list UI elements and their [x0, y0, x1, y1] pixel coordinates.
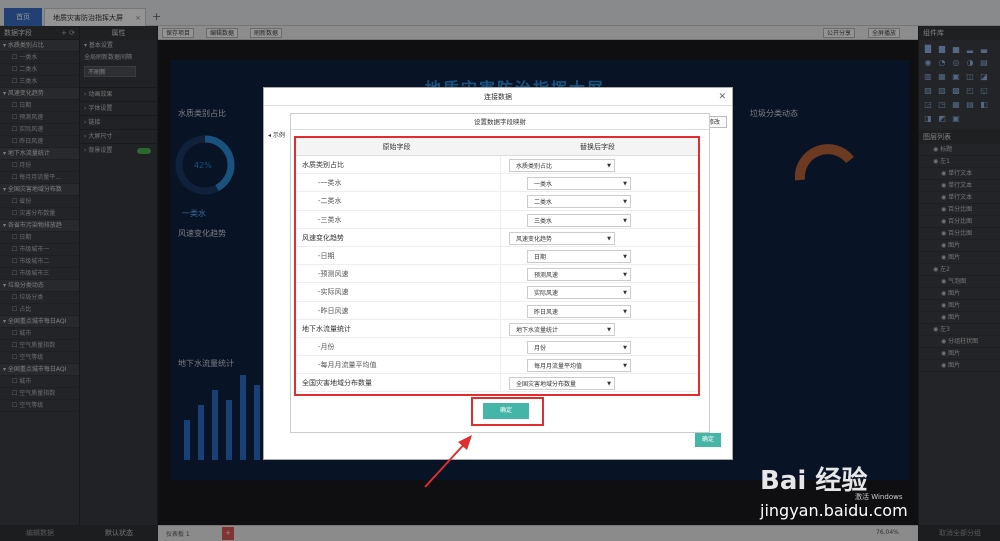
target-field-value: 水质类别占比	[516, 163, 553, 170]
source-field: 全国灾害地域分布数量	[296, 374, 501, 392]
mapping-row: -实际风速 实际风速 ▼	[296, 283, 698, 302]
partial-tree-label: ◂ 示例	[268, 132, 285, 139]
target-field-value: 二类水	[534, 199, 553, 207]
outer-confirm-button[interactable]: 确定	[695, 433, 721, 447]
source-field: -昨日风速	[296, 301, 501, 319]
chevron-down-icon: ▼	[607, 381, 611, 388]
target-field-value: 一类水	[534, 181, 553, 189]
target-field-select[interactable]: 水质类别占比 ▼	[509, 159, 615, 172]
target-field-value: 实际风速	[534, 290, 559, 298]
source-field: -实际风速	[296, 283, 501, 301]
mapping-row: -预测风速 预测风速 ▼	[296, 265, 698, 284]
target-field-value: 三类水	[534, 217, 553, 225]
chevron-down-icon: ▼	[623, 344, 627, 351]
chevron-down-icon: ▼	[623, 217, 627, 224]
target-field-select[interactable]: 二类水 ▼	[527, 195, 631, 209]
target-field-select[interactable]: 昨日风速 ▼	[527, 304, 631, 318]
target-field-select[interactable]: 月份 ▼	[527, 340, 631, 354]
mapping-row: -三类水 三类水 ▼	[296, 210, 698, 229]
source-field: -月份	[296, 337, 501, 356]
red-arrow-annotation	[424, 435, 472, 488]
mapping-row: 全国灾害地域分布数量 全国灾害地域分布数量 ▼	[296, 374, 698, 393]
confirm-highlight: 确定	[471, 397, 544, 426]
field-mapping-table: 原始字段 替换后字段 水质类别占比 水质类别占比 ▼ -一类水 一类水 ▼ -二类水 二类水 ▼…	[294, 136, 700, 396]
watermark-url: jingyan.baidu.com	[760, 501, 908, 520]
partial-tree-text: 示例	[272, 132, 285, 139]
field-mapping-dialog: 设置数据字段映射 原始字段 替换后字段 水质类别占比 水质类别占比 ▼ -一类水 一类水…	[290, 113, 710, 433]
col-target-header: 替换后字段	[580, 143, 615, 151]
chevron-down-icon: ▼	[623, 199, 627, 206]
mapping-row: -一类水 一类水 ▼	[296, 174, 698, 193]
target-field-value: 全国灾害地域分布数量	[516, 381, 577, 389]
target-field-value: 地下水流量统计	[516, 326, 559, 334]
watermark-sub: 激活 Windows	[855, 493, 903, 501]
target-field-select[interactable]: 一类水 ▼	[527, 177, 631, 191]
target-field-value: 昨日风速	[534, 308, 559, 316]
chevron-down-icon: ▼	[623, 272, 627, 279]
chevron-down-icon: ▼	[623, 363, 627, 370]
source-field: -一类水	[296, 174, 501, 192]
mapping-row: -每月月流量平均值 每月月流量平均值 ▼	[296, 356, 698, 375]
chevron-down-icon: ▼	[607, 235, 611, 242]
mapping-table-body: 水质类别占比 水质类别占比 ▼ -一类水 一类水 ▼ -二类水 二类水 ▼ -三类水 三类水 ▼ 风速变…	[296, 156, 698, 393]
chevron-down-icon: ▼	[623, 290, 627, 297]
mapping-row: -二类水 二类水 ▼	[296, 192, 698, 211]
target-field-select[interactable]: 地下水流量统计 ▼	[509, 322, 615, 336]
col-source-header: 原始字段	[382, 143, 411, 151]
target-field-value: 每月月流量平均值	[534, 363, 583, 371]
chevron-down-icon: ▼	[607, 163, 611, 169]
connect-data-title: 连接数据	[264, 88, 732, 106]
mapping-confirm-button[interactable]: 确定	[483, 403, 529, 419]
mapping-table-header: 原始字段 替换后字段	[296, 138, 698, 156]
source-field: -预测风速	[296, 265, 501, 283]
mapping-row: 水质类别占比 水质类别占比 ▼	[296, 156, 698, 175]
mapping-row: 风速变化趋势 风速变化趋势 ▼	[296, 228, 698, 247]
target-field-select[interactable]: 每月月流量平均值 ▼	[527, 359, 631, 373]
mapping-row: -日期 日期 ▼	[296, 246, 698, 266]
mapping-row: -昨日风速 昨日风速 ▼	[296, 301, 698, 320]
target-field-value: 风速变化趋势	[516, 235, 553, 243]
source-field: -每月月流量平均值	[296, 356, 501, 374]
baidu-watermark: Bai 经验 激活 Windows jingyan.baidu.com	[760, 460, 908, 520]
source-field: 水质类别占比	[296, 156, 501, 174]
chevron-down-icon: ▼	[623, 253, 627, 260]
target-field-select[interactable]: 预测风速 ▼	[527, 268, 631, 282]
field-mapping-title: 设置数据字段映射	[291, 114, 709, 130]
source-field: 地下水流量统计	[296, 319, 501, 337]
close-icon[interactable]: ✕	[718, 92, 726, 102]
mapping-row: -月份 月份 ▼	[296, 337, 698, 357]
target-field-select[interactable]: 实际风速 ▼	[527, 286, 631, 300]
target-field-select[interactable]: 全国灾害地域分布数量 ▼	[509, 377, 615, 391]
target-field-select[interactable]: 日期 ▼	[527, 249, 631, 263]
target-field-value: 预测风速	[534, 272, 559, 280]
source-field: -日期	[296, 246, 501, 265]
target-field-value: 日期	[534, 253, 547, 261]
chevron-down-icon: ▼	[623, 181, 627, 188]
target-field-select[interactable]: 风速变化趋势 ▼	[509, 231, 615, 245]
mapping-row: 地下水流量统计 地下水流量统计 ▼	[296, 319, 698, 338]
target-field-select[interactable]: 三类水 ▼	[527, 213, 631, 227]
source-field: -二类水	[296, 192, 501, 210]
source-field: -三类水	[296, 210, 501, 228]
chevron-down-icon: ▼	[607, 326, 611, 333]
source-field: 风速变化趋势	[296, 228, 501, 246]
target-field-value: 月份	[534, 344, 547, 352]
chevron-down-icon: ▼	[623, 308, 627, 315]
